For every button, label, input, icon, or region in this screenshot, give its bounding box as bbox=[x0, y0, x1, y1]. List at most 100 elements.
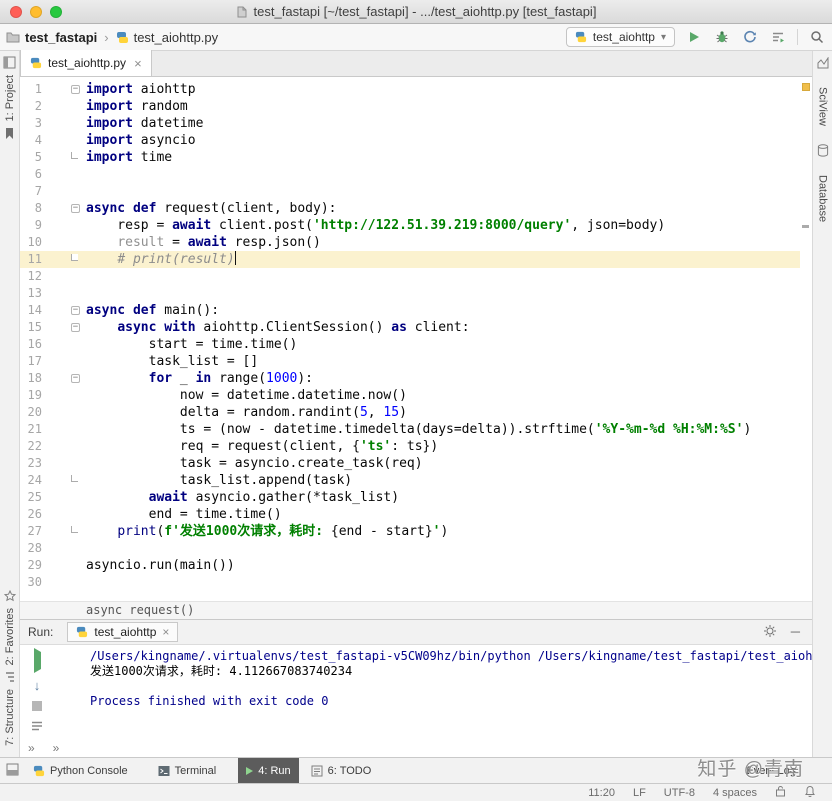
caret-position[interactable]: 11:20 bbox=[588, 787, 615, 799]
more-tool-buttons-icon[interactable]: »» bbox=[28, 741, 77, 755]
code-line[interactable]: 8− async def request(client, body): bbox=[20, 200, 800, 217]
code-line[interactable]: 17 task_list = [] bbox=[20, 353, 800, 370]
code-line[interactable]: 29 asyncio.run(main()) bbox=[20, 557, 800, 574]
traffic-lights bbox=[10, 6, 62, 18]
code-line[interactable]: 21 ts = (now - datetime.timedelta(days=d… bbox=[20, 421, 800, 438]
code-line[interactable]: 20 delta = random.randint(5, 15) bbox=[20, 404, 800, 421]
fold-end-icon[interactable] bbox=[71, 475, 78, 482]
breadcrumb-project[interactable]: test_fastapi bbox=[25, 30, 97, 45]
code-line[interactable]: 13 bbox=[20, 285, 800, 302]
run-panel-header: Run: test_aiohttp × ─ bbox=[20, 619, 812, 645]
encoding-selector[interactable]: UTF-8 bbox=[664, 787, 695, 799]
code-line[interactable]: 7 bbox=[20, 183, 800, 200]
run-anything-button[interactable] bbox=[769, 28, 787, 46]
tool-window-switcher-icon[interactable] bbox=[0, 763, 25, 779]
settings-button[interactable] bbox=[763, 624, 777, 641]
indent-selector[interactable]: 4 spaces bbox=[713, 787, 757, 799]
run-panel-title: Run: bbox=[28, 625, 54, 639]
error-stripe[interactable] bbox=[800, 77, 812, 601]
left-tool-stripe: 1: Project 2: Favorites 7: Structure bbox=[0, 51, 20, 757]
code-line[interactable]: 12 bbox=[20, 268, 800, 285]
code-line[interactable]: 5 import time bbox=[20, 149, 800, 166]
toolwindow-label: 6: TODO bbox=[327, 764, 372, 777]
search-everywhere-button[interactable] bbox=[808, 28, 826, 46]
code-line[interactable]: 27 print(f'发送1000次请求，耗时: {end - start}') bbox=[20, 523, 800, 540]
run-tab-test-aiohttp[interactable]: test_aiohttp × bbox=[67, 622, 179, 642]
code-line[interactable]: 15− async with aiohttp.ClientSession() a… bbox=[20, 319, 800, 336]
sidebar-item-project[interactable]: 1: Project bbox=[4, 75, 16, 121]
console-options-icon[interactable] bbox=[31, 721, 43, 731]
fold-collapse-icon[interactable]: − bbox=[71, 85, 80, 94]
hide-panel-button[interactable]: ─ bbox=[791, 625, 800, 638]
tab-label: test_aiohttp.py bbox=[48, 56, 127, 70]
code-line[interactable]: 9 resp = await client.post('http://122.5… bbox=[20, 217, 800, 234]
code-line[interactable]: 23 task = asyncio.create_task(req) bbox=[20, 455, 800, 472]
sidebar-item-database[interactable]: Database bbox=[817, 175, 829, 222]
code-line[interactable]: 14− async def main(): bbox=[20, 302, 800, 319]
bookmark-icon[interactable] bbox=[4, 127, 15, 140]
folder-icon bbox=[6, 32, 20, 43]
fold-end-icon[interactable] bbox=[71, 152, 78, 159]
python-console-icon bbox=[33, 765, 45, 776]
fold-collapse-icon[interactable]: − bbox=[71, 306, 80, 315]
tool-window-icon bbox=[3, 56, 16, 69]
sidebar-item-structure[interactable]: 7: Structure bbox=[4, 689, 16, 746]
run-button[interactable] bbox=[685, 28, 703, 46]
document-icon bbox=[237, 6, 247, 17]
inspection-status-icon bbox=[802, 83, 810, 91]
code-editor[interactable]: 1− import aiohttp 2 import random 3 import da… bbox=[20, 77, 812, 601]
toolwindow-run[interactable]: 4: Run bbox=[238, 758, 299, 783]
close-icon[interactable]: × bbox=[134, 56, 142, 71]
close-icon[interactable]: × bbox=[162, 625, 169, 639]
code-line[interactable]: 25 await asyncio.gather(*task_list) bbox=[20, 489, 800, 506]
toolwindow-label: Terminal bbox=[174, 764, 217, 777]
code-line[interactable]: 26 end = time.time() bbox=[20, 506, 800, 523]
coverage-button[interactable] bbox=[741, 28, 759, 46]
toolwindow-label: 4: Run bbox=[258, 764, 291, 777]
toolwindow-python-console[interactable]: Python Console bbox=[25, 758, 136, 783]
code-line[interactable]: 16 start = time.time() bbox=[20, 336, 800, 353]
fold-collapse-icon[interactable]: − bbox=[71, 374, 80, 383]
toolwindow-terminal[interactable]: Terminal bbox=[150, 758, 225, 783]
fold-end-icon[interactable] bbox=[71, 526, 78, 533]
debug-button[interactable] bbox=[713, 28, 731, 46]
code-line[interactable]: 3 import datetime bbox=[20, 115, 800, 132]
sidebar-item-sciview[interactable]: SciView bbox=[817, 87, 829, 126]
code-line[interactable]: 24 task_list.append(task) bbox=[20, 472, 800, 489]
readonly-lock-icon[interactable] bbox=[775, 785, 786, 800]
close-window-button[interactable] bbox=[10, 6, 22, 18]
code-line[interactable]: 1− import aiohttp bbox=[20, 81, 800, 98]
zoom-window-button[interactable] bbox=[50, 6, 62, 18]
fold-end-icon[interactable] bbox=[71, 254, 78, 261]
stop-button[interactable] bbox=[32, 701, 42, 711]
code-line[interactable]: 6 bbox=[20, 166, 800, 183]
code-line[interactable]: 18− for _ in range(1000): bbox=[20, 370, 800, 387]
code-line[interactable]: 2 import random bbox=[20, 98, 800, 115]
rerun-button[interactable] bbox=[33, 648, 41, 673]
todo-icon bbox=[311, 765, 323, 776]
code-line[interactable]: 19 now = datetime.datetime.now() bbox=[20, 387, 800, 404]
breadcrumb-file[interactable]: test_aiohttp.py bbox=[134, 30, 219, 45]
line-separator-selector[interactable]: LF bbox=[633, 787, 646, 799]
sidebar-item-favorites[interactable]: 2: Favorites bbox=[4, 608, 16, 665]
code-line[interactable]: 10 result = await resp.json() bbox=[20, 234, 800, 251]
code-line[interactable]: 30 bbox=[20, 574, 800, 591]
run-config-select[interactable]: test_aiohttp ▾ bbox=[565, 27, 675, 47]
fold-collapse-icon[interactable]: − bbox=[71, 204, 80, 213]
star-icon bbox=[3, 589, 16, 601]
code-line[interactable]: 11 # print(result) bbox=[20, 251, 800, 268]
code-line[interactable]: 28 bbox=[20, 540, 800, 557]
structure-icon bbox=[5, 672, 14, 682]
navigation-bar: test_fastapi › test_aiohttp.py test_aioh… bbox=[0, 24, 832, 51]
search-icon bbox=[811, 31, 824, 44]
console-output[interactable]: /Users/kingname/.virtualenvs/test_fastap… bbox=[54, 645, 812, 757]
minimize-window-button[interactable] bbox=[30, 6, 42, 18]
scroll-down-icon[interactable]: ↓ bbox=[34, 679, 41, 692]
toolwindow-todo[interactable]: 6: TODO bbox=[303, 758, 380, 783]
console-line: /Users/kingname/.virtualenvs/test_fastap… bbox=[90, 649, 812, 663]
code-line[interactable]: 22 req = request(client, {'ts': ts}) bbox=[20, 438, 800, 455]
code-line[interactable]: 4 import asyncio bbox=[20, 132, 800, 149]
tab-test-aiohttp[interactable]: test_aiohttp.py × bbox=[20, 50, 152, 76]
fold-collapse-icon[interactable]: − bbox=[71, 323, 80, 332]
notifications-bell-icon[interactable] bbox=[804, 785, 816, 800]
